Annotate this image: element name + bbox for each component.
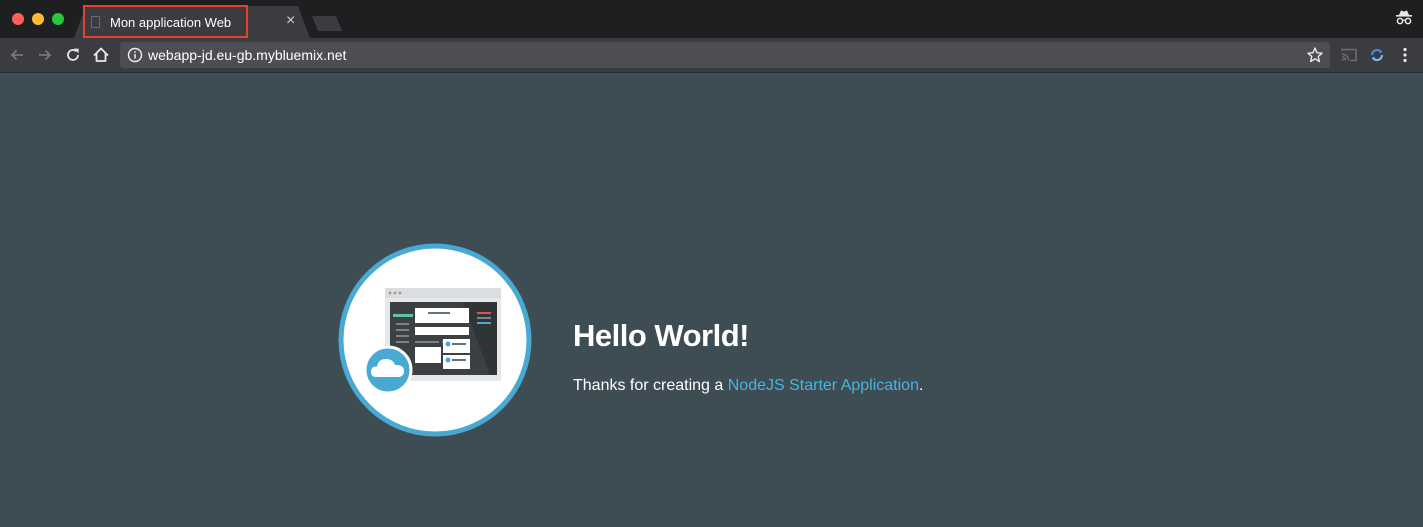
intro-text: Thanks for creating a NodeJS Starter App…: [573, 377, 923, 395]
browser-toolbar: webapp-jd.eu-gb.mybluemix.net: [0, 38, 1423, 73]
incognito-icon: [1396, 10, 1412, 25]
info-icon[interactable]: [127, 47, 143, 63]
extension-icon[interactable]: [1367, 45, 1387, 65]
bookmark-star-icon[interactable]: [1306, 46, 1324, 64]
url-text[interactable]: webapp-jd.eu-gb.mybluemix.net: [148, 47, 346, 63]
tab-title-highlight: [83, 5, 248, 38]
window-close-button[interactable]: [12, 13, 24, 25]
intro-text-after: .: [918, 377, 924, 394]
reload-icon[interactable]: [63, 45, 83, 65]
window-maximize-button[interactable]: [52, 13, 64, 25]
nodejs-starter-link[interactable]: NodeJS Starter Application: [728, 377, 919, 394]
home-icon[interactable]: [91, 45, 111, 65]
page-heading: Hello World!: [573, 318, 749, 353]
window-minimize-button[interactable]: [32, 13, 44, 25]
intro-text-before: Thanks for creating a: [573, 377, 728, 394]
cast-icon[interactable]: [1339, 45, 1359, 65]
address-bar[interactable]: webapp-jd.eu-gb.mybluemix.net: [120, 42, 1330, 68]
new-tab-button[interactable]: [312, 16, 342, 31]
back-icon[interactable]: [7, 45, 27, 65]
tab-strip: Mon application Web ×: [0, 0, 1423, 38]
forward-icon[interactable]: [35, 45, 55, 65]
menu-icon[interactable]: [1395, 45, 1415, 65]
tab-close-icon[interactable]: ×: [286, 13, 295, 29]
starter-app-illustration: [338, 243, 532, 437]
